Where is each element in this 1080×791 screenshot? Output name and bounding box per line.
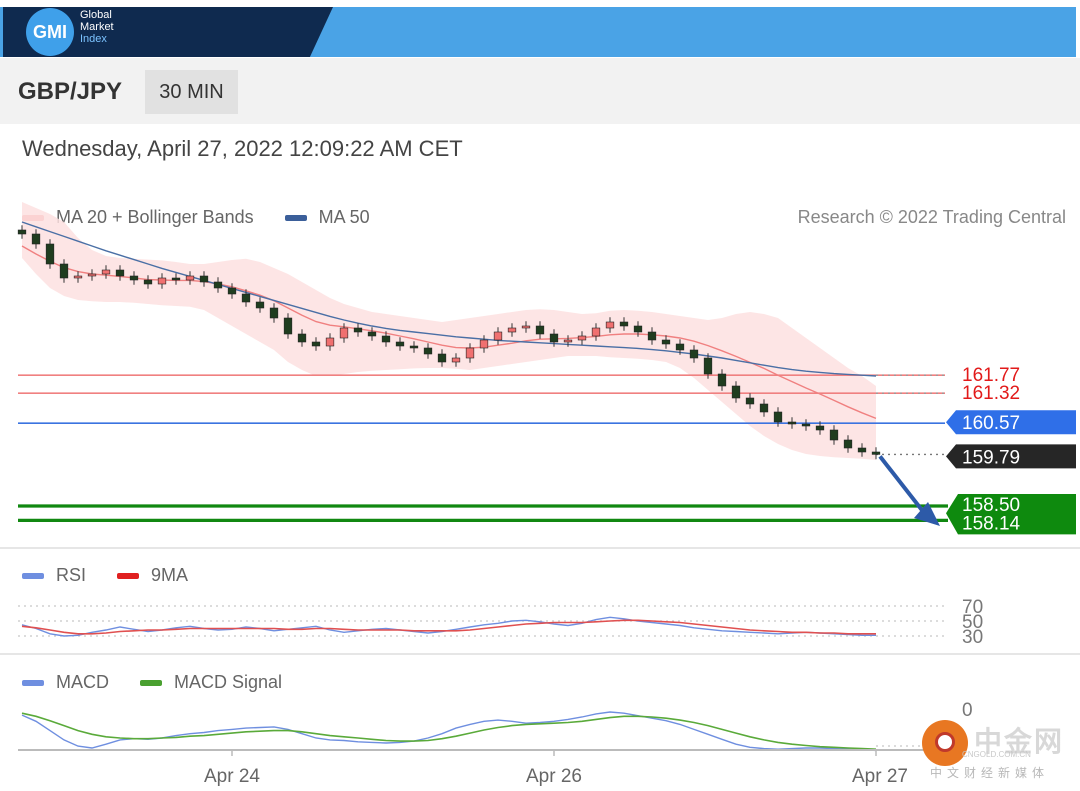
candle-body bbox=[423, 347, 433, 355]
candle-body bbox=[661, 339, 671, 345]
candle-body bbox=[619, 321, 629, 327]
candle-body bbox=[45, 243, 55, 265]
candle-body bbox=[465, 347, 475, 359]
candle-body bbox=[773, 411, 783, 423]
candle-body bbox=[143, 279, 153, 285]
candle-body bbox=[731, 385, 741, 399]
time-tick-label: Apr 24 bbox=[204, 766, 260, 787]
candle-body bbox=[381, 335, 391, 343]
candle-body bbox=[563, 339, 573, 343]
candle-body bbox=[759, 403, 769, 413]
candle-body bbox=[87, 273, 97, 277]
watermark-subtitle: 中文财经新媒体 bbox=[930, 766, 1050, 780]
candle-body bbox=[157, 277, 167, 285]
candle-body bbox=[675, 343, 685, 351]
candle-body bbox=[17, 229, 27, 235]
candle-body bbox=[507, 327, 517, 333]
watermark-url: CNGOLD.COM.CN bbox=[962, 750, 1031, 759]
candle-body bbox=[717, 373, 727, 387]
candle-body bbox=[101, 269, 111, 275]
candle-body bbox=[787, 421, 797, 425]
time-axis: Apr 24 Apr 26 Apr 27 bbox=[18, 749, 945, 787]
time-tick-label: Apr 26 bbox=[526, 766, 582, 787]
candle-body bbox=[31, 233, 41, 245]
candle-body bbox=[367, 331, 377, 337]
candle-body bbox=[829, 429, 839, 441]
candle-body bbox=[871, 451, 881, 455]
candle-body bbox=[227, 287, 237, 295]
candle-body bbox=[843, 439, 853, 449]
candle-body bbox=[297, 333, 307, 343]
chart-svg: 161.77161.32160.57159.79158.50158.14 705… bbox=[0, 202, 1080, 787]
candle-body bbox=[857, 447, 867, 453]
macd-pane: 0 bbox=[21, 700, 973, 752]
candle-body bbox=[353, 327, 363, 333]
candle-body bbox=[241, 293, 251, 303]
candle-body bbox=[255, 301, 265, 309]
candle-body bbox=[479, 339, 489, 349]
candle-body bbox=[633, 325, 643, 333]
level-labels-layer: 161.77161.32160.57159.79158.50158.14 bbox=[946, 365, 1076, 535]
resistance-label-161.32: 161.32 bbox=[962, 383, 1020, 404]
cngold-watermark: 中金网 CNGOLD.COM.CN 中文财经新媒体 bbox=[922, 718, 1072, 784]
support-label-158.14: 158.14 bbox=[962, 513, 1021, 534]
candle-body bbox=[339, 327, 349, 339]
candle-body bbox=[213, 281, 223, 289]
candle-body bbox=[115, 269, 125, 277]
candle-body bbox=[689, 349, 699, 359]
bollinger-band-layer bbox=[22, 202, 876, 460]
bollinger-band-area bbox=[22, 202, 876, 460]
pivot-label: 160.57 bbox=[962, 413, 1020, 434]
candle-body bbox=[605, 321, 615, 329]
candle-body bbox=[451, 357, 461, 363]
time-tick-label: Apr 27 bbox=[852, 766, 908, 787]
candle-body bbox=[535, 325, 545, 335]
candle-body bbox=[129, 275, 139, 281]
macd-line bbox=[21, 711, 877, 752]
candle-body bbox=[283, 317, 293, 335]
candle-body bbox=[703, 357, 713, 375]
candle-body bbox=[815, 425, 825, 431]
rsi-line bbox=[21, 616, 876, 637]
candle-body bbox=[199, 275, 209, 283]
candle-body bbox=[577, 335, 587, 341]
candle-body bbox=[591, 327, 601, 337]
candle-body bbox=[549, 333, 559, 343]
candle-body bbox=[311, 341, 321, 347]
cngold-logo-icon bbox=[922, 720, 968, 766]
candle-body bbox=[801, 423, 811, 427]
last-price-label: 159.79 bbox=[962, 447, 1020, 468]
rsi-pane: 705030 bbox=[18, 597, 983, 648]
candle-body bbox=[437, 353, 447, 363]
candle-body bbox=[395, 341, 405, 347]
candle-body bbox=[521, 325, 531, 329]
candle-body bbox=[269, 307, 279, 319]
rsi-tick-30: 30 bbox=[962, 627, 983, 648]
candle-body bbox=[409, 345, 419, 349]
candle-body bbox=[73, 275, 83, 279]
candle-body bbox=[185, 275, 195, 281]
candle-body bbox=[745, 397, 755, 405]
candle-body bbox=[493, 331, 503, 341]
candle-body bbox=[171, 277, 181, 281]
candle-body bbox=[647, 331, 657, 341]
candle-body bbox=[59, 263, 69, 279]
candle-body bbox=[325, 337, 335, 347]
